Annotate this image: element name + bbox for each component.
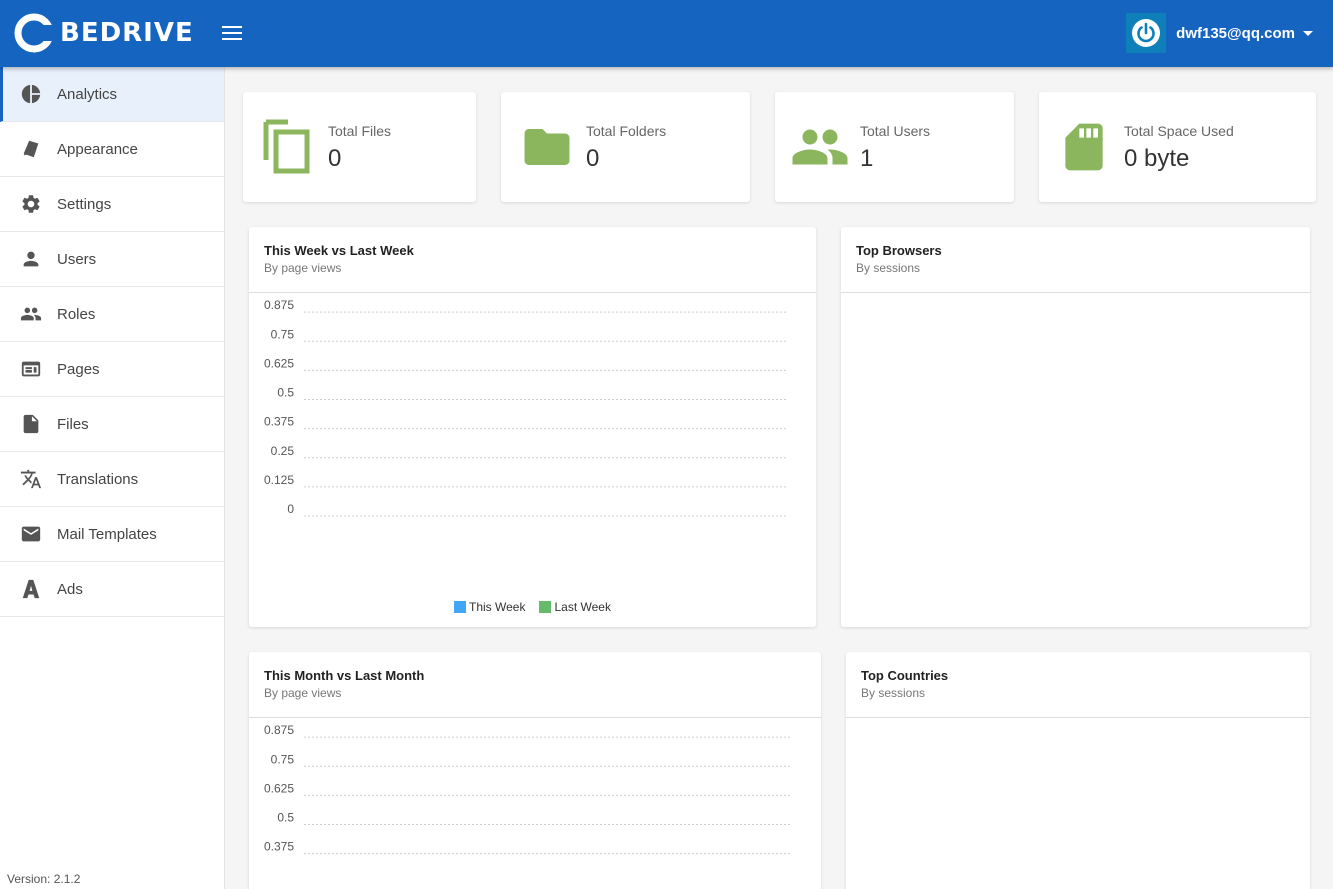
sidebar-item-label: Pages bbox=[57, 360, 100, 378]
legend-label: This Week bbox=[469, 600, 526, 614]
panel-subtitle: By sessions bbox=[861, 686, 926, 700]
stat-card-total-files: Total Files 0 bbox=[243, 92, 476, 202]
sidebar-item-label: Translations bbox=[57, 470, 139, 488]
y-tick-label: 0.375 bbox=[264, 415, 294, 429]
month-chart: 0.375 0.5 0.625 0.75 0.875 bbox=[264, 723, 791, 855]
panel-header: This Month vs Last Month By page views bbox=[249, 652, 821, 718]
week-chart: 0 0.125 0.25 0.375 0.5 0.625 0.75 0.875 bbox=[264, 298, 786, 517]
hamburger-icon bbox=[222, 26, 242, 28]
file-icon bbox=[20, 413, 42, 435]
app-logo[interactable]: BEDRIVE bbox=[14, 13, 194, 53]
top-bar: BEDRIVE dwf135@qq.com bbox=[0, 0, 1333, 67]
y-tick-label: 0.875 bbox=[264, 723, 294, 737]
translate-icon bbox=[20, 468, 42, 490]
sidebar-item-label: Analytics bbox=[57, 85, 118, 103]
panel-subtitle: By page views bbox=[264, 261, 342, 275]
sidebar-item-label: Settings bbox=[57, 195, 112, 213]
legend-label: Last Week bbox=[554, 600, 611, 614]
sidebar-item-label: Users bbox=[57, 250, 97, 268]
sidebar-item-files[interactable]: Files bbox=[0, 397, 224, 452]
month-chart-panel: This Month vs Last Month By page views 0… bbox=[249, 652, 821, 889]
legend-swatch bbox=[454, 601, 467, 613]
people-icon bbox=[20, 303, 42, 325]
people-icon bbox=[790, 117, 850, 177]
sidebar-item-label: Appearance bbox=[57, 140, 138, 158]
chevron-down-icon bbox=[1303, 30, 1313, 36]
sd-card-icon bbox=[1054, 117, 1114, 177]
y-tick-label: 0.125 bbox=[264, 473, 294, 487]
panel-subtitle: By page views bbox=[264, 686, 342, 700]
logo-text: BEDRIVE bbox=[60, 18, 194, 48]
y-tick-label: 0.5 bbox=[277, 811, 294, 825]
user-menu[interactable]: dwf135@qq.com bbox=[1126, 12, 1313, 54]
sidebar-item-appearance[interactable]: Appearance bbox=[0, 122, 224, 177]
copy-icon bbox=[259, 117, 319, 177]
sidebar-item-label: Ads bbox=[57, 580, 83, 598]
y-tick-label: 0.5 bbox=[277, 386, 294, 400]
sidebar-item-label: Files bbox=[57, 415, 89, 433]
hamburger-line bbox=[222, 38, 242, 40]
y-tick-label: 0 bbox=[287, 502, 294, 516]
panel-header: Top Browsers By sessions bbox=[841, 227, 1310, 293]
stat-card-total-space: Total Space Used 0 byte bbox=[1039, 92, 1316, 202]
avatar bbox=[1126, 13, 1167, 53]
version-label: Version: 2.1.2 bbox=[7, 872, 81, 886]
legend-swatch bbox=[539, 601, 552, 613]
week-chart-panel: This Week vs Last Week By page views 0 0.… bbox=[249, 227, 816, 627]
sidebar-item-label: Mail Templates bbox=[57, 525, 157, 543]
logo-icon bbox=[14, 13, 54, 53]
page-icon bbox=[20, 358, 42, 380]
y-tick-label: 0.625 bbox=[264, 356, 294, 370]
sidebar-item-settings[interactable]: Settings bbox=[0, 177, 224, 232]
stat-label: Total Files bbox=[328, 123, 392, 139]
sidebar-item-ads[interactable]: Ads bbox=[0, 562, 224, 617]
sidebar-item-roles[interactable]: Roles bbox=[0, 287, 224, 342]
stat-label: Total Space Used bbox=[1124, 123, 1234, 139]
panel-title: This Month vs Last Month bbox=[264, 668, 425, 683]
y-tick-label: 0.25 bbox=[271, 444, 295, 458]
y-tick-label: 0.625 bbox=[264, 781, 294, 795]
stat-value: 0 bbox=[586, 145, 600, 172]
legend-item-this-week[interactable]: This Week bbox=[454, 600, 525, 614]
chart-legend: This Week Last Week bbox=[249, 600, 816, 614]
stat-value: 0 bbox=[328, 145, 342, 172]
sidebar-item-mail-templates[interactable]: Mail Templates bbox=[0, 507, 224, 562]
legend-item-last-week[interactable]: Last Week bbox=[539, 600, 611, 614]
sidebar-item-pages[interactable]: Pages bbox=[0, 342, 224, 397]
y-tick-label: 0.75 bbox=[271, 752, 295, 766]
sidebar-item-users[interactable]: Users bbox=[0, 232, 224, 287]
panel-header: This Week vs Last Week By page views bbox=[249, 227, 816, 293]
sidebar-item-label: Roles bbox=[57, 305, 96, 323]
sidebar: Analytics Appearance Settings Users Role… bbox=[0, 67, 225, 889]
sidebar-item-analytics[interactable]: Analytics bbox=[0, 67, 224, 122]
panel-title: This Week vs Last Week bbox=[264, 243, 414, 258]
panel-header: Top Countries By sessions bbox=[846, 652, 1310, 718]
y-tick-label: 0.75 bbox=[271, 327, 295, 341]
mail-icon bbox=[20, 523, 42, 545]
gear-icon bbox=[20, 193, 42, 215]
stat-card-total-users: Total Users 1 bbox=[775, 92, 1014, 202]
folder-icon bbox=[517, 117, 577, 177]
menu-toggle-button[interactable] bbox=[220, 22, 244, 42]
panel-subtitle: By sessions bbox=[856, 261, 921, 275]
pie-chart-icon bbox=[20, 83, 42, 105]
y-tick-label: 0.375 bbox=[264, 840, 294, 854]
sidebar-item-translations[interactable]: Translations bbox=[0, 452, 224, 507]
panel-title: Top Countries bbox=[861, 668, 949, 683]
top-browsers-panel: Top Browsers By sessions bbox=[841, 227, 1310, 627]
stat-label: Total Folders bbox=[586, 123, 667, 139]
user-email: dwf135@qq.com bbox=[1176, 24, 1295, 42]
palette-icon bbox=[20, 138, 42, 160]
y-tick-label: 0.875 bbox=[264, 298, 294, 312]
top-countries-panel: Top Countries By sessions bbox=[846, 652, 1310, 889]
stat-label: Total Users bbox=[860, 123, 931, 139]
stat-value: 0 byte bbox=[1124, 145, 1190, 172]
hamburger-line bbox=[222, 32, 242, 34]
panel-title: Top Browsers bbox=[856, 243, 942, 258]
stat-value: 1 bbox=[860, 145, 874, 172]
ads-icon bbox=[20, 578, 42, 600]
person-icon bbox=[20, 248, 42, 270]
power-icon bbox=[1132, 19, 1161, 47]
stat-card-total-folders: Total Folders 0 bbox=[501, 92, 750, 202]
